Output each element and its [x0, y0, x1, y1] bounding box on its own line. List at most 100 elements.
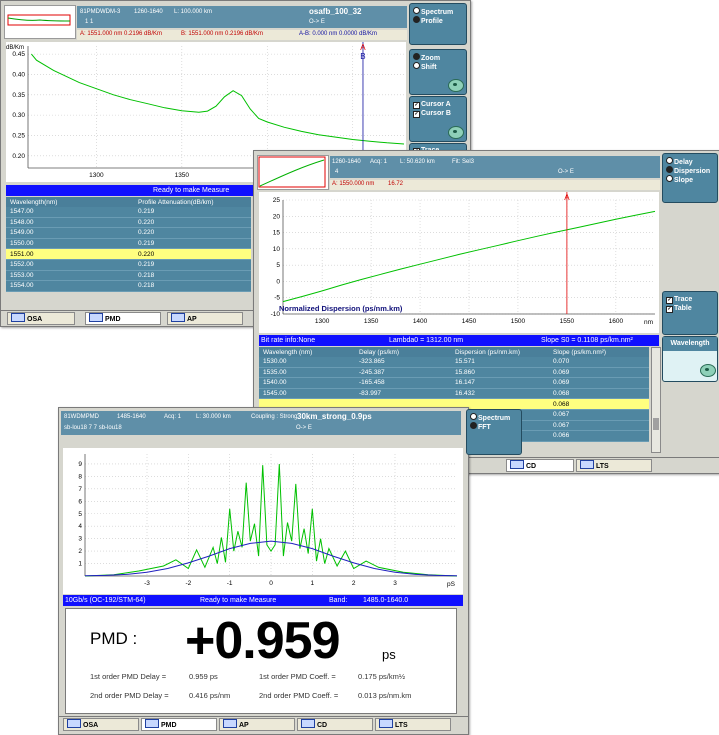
pmd-result-label: PMD : — [90, 629, 138, 648]
table-cell: 1554.00 — [6, 280, 134, 292]
tab-osa-label: OSA — [83, 722, 99, 729]
second-delay-value: 0.416 ps/nm — [189, 691, 231, 700]
first-coeff-value: 0.175 ps/km½ — [358, 672, 406, 681]
wavelength-knob-icon[interactable] — [700, 364, 716, 377]
tab-lts[interactable]: LTS — [375, 718, 451, 731]
table-row[interactable]: 1547.00 0.219 — [6, 207, 251, 218]
table-row[interactable]: 1548.00 0.220 — [6, 217, 251, 229]
y-tick-label: -5 — [274, 295, 280, 302]
ap-tab-icon — [223, 719, 237, 728]
pmd-plot[interactable]: -3 -2 -1 0 1 2 3 9 8 7 6 5 4 3 2 1 pS — [63, 448, 463, 594]
cd-col-dispersion: Dispersion (ps/nm.km) — [451, 347, 549, 357]
cd-scrollbar[interactable] — [651, 347, 661, 453]
cd-wavelength-button[interactable]: Wavelength — [662, 336, 718, 382]
wavelength-label: Wavelength — [670, 340, 710, 347]
y-tick-label: 0.40 — [12, 71, 25, 78]
tab-ap[interactable]: AP — [167, 312, 243, 325]
cd-view-button[interactable]: ✓ Trace ✓ Table — [662, 291, 718, 335]
table-row-selected[interactable]: 1551.00 0.220 — [6, 248, 251, 260]
table-cell: 0.069 — [549, 367, 649, 379]
osa-table: Wavelength(nm) Profile Attenuation(dB/km… — [6, 197, 251, 292]
table-row[interactable]: 1549.00 0.220 — [6, 227, 251, 239]
tab-osa[interactable]: OSA — [63, 718, 139, 731]
cd-bitrate: Bit rate info:None — [261, 337, 316, 344]
option-table-label: Table — [674, 305, 692, 312]
x-tick-label: 1450 — [462, 318, 477, 325]
y-unit-label: dB/Km — [6, 45, 24, 51]
tab-pmd-label: PMD — [105, 316, 121, 323]
tab-ap[interactable]: AP — [219, 718, 295, 731]
table-cell: 1530.00 — [259, 357, 355, 368]
option-shift[interactable]: Shift — [413, 62, 437, 72]
checkbox-checked-icon: ✓ — [666, 297, 673, 304]
tab-pmd-label: PMD — [161, 722, 177, 729]
tab-pmd[interactable]: PMD — [85, 312, 161, 325]
pmd-range: 1485-1640 — [117, 414, 146, 420]
cd-header: 1260-1640 Acq: 1 L: 50.620 km Fit: Sel3 … — [330, 156, 660, 178]
y-tick-label: 15 — [273, 230, 281, 237]
option-zoom-label: Zoom — [421, 55, 441, 62]
table-row[interactable]: 1553.00 0.218 — [6, 270, 251, 282]
cd-index: 4 — [335, 169, 339, 175]
tab-cd[interactable]: CD — [297, 718, 373, 731]
tab-osa[interactable]: OSA — [7, 312, 75, 325]
osa-display-button[interactable]: Spectrum Profile — [409, 3, 467, 45]
pmd-band-value: 1485.0-1640.0 — [363, 597, 409, 604]
cursor-knob-icon[interactable] — [448, 126, 464, 139]
cursor-a-marker: A — [360, 43, 366, 52]
option-cursor-b[interactable]: ✓ Cursor B — [413, 109, 451, 118]
radio-icon — [666, 157, 673, 164]
option-table[interactable]: ✓ Table — [666, 304, 692, 313]
table-cell: -245.387 — [355, 367, 451, 379]
checkbox-checked-icon: ✓ — [413, 111, 420, 118]
second-delay-label: 2nd order PMD Delay = — [90, 691, 169, 700]
y-tick-label: 0.20 — [12, 153, 25, 160]
option-fft[interactable]: FFT — [470, 422, 491, 432]
pmd-length: L: 30.000 km — [196, 414, 231, 420]
tab-pmd[interactable]: PMD — [141, 718, 217, 731]
table-row[interactable]: 1552.00 0.219 — [6, 259, 251, 271]
y-tick-label: 5 — [276, 262, 280, 269]
tab-lts[interactable]: LTS — [576, 459, 652, 472]
option-trace[interactable]: ✓Trace — [666, 295, 692, 304]
table-cell: 0.068 — [549, 398, 649, 410]
table-cell: 16.147 — [451, 377, 549, 389]
table-row[interactable]: 1540.00 -165.458 16.147 0.069 — [259, 377, 649, 389]
pmd-direction: O-> E — [296, 425, 312, 431]
pmd-result-unit: ps — [382, 647, 396, 662]
second-coeff-label: 2nd order PMD Coeff. = — [259, 691, 339, 700]
option-cursor-a[interactable]: ✓ Cursor A — [413, 100, 451, 109]
y-tick-label: 6 — [78, 498, 82, 505]
cd-thumbnail-trace — [258, 156, 326, 188]
pmd-display-button[interactable]: Spectrum FFT — [466, 409, 522, 455]
table-row[interactable]: 1530.00 -323.865 15.571 0.070 — [259, 357, 649, 368]
osa-cursor-button[interactable]: ✓ Cursor A ✓ Cursor B — [409, 96, 467, 142]
cd-thumbnail[interactable] — [257, 155, 329, 190]
cd-fit: Fit: Sel3 — [452, 159, 475, 165]
osa-zoom-button[interactable]: Zoom Shift — [409, 49, 467, 95]
option-slope[interactable]: Slope — [666, 175, 693, 185]
pmd-status: Ready to make Measure — [200, 597, 277, 604]
osa-col-attenuation: Profile Attenuation(dB/km) — [134, 197, 251, 207]
x-tick-label: 1 — [311, 580, 315, 587]
option-profile[interactable]: Profile — [413, 16, 443, 26]
osa-filename: osafb_100_32 — [309, 7, 362, 16]
x-tick-label: 1300 — [89, 172, 104, 179]
option-trace-label: Trace — [674, 296, 693, 303]
cd-plot[interactable]: 1300 1350 1400 1450 1500 1550 1600 25 20 15 10 5 0 -5… — [259, 192, 659, 333]
table-row[interactable]: 1550.00 0.219 — [6, 238, 251, 250]
tab-lts-label: LTS — [596, 463, 609, 470]
pmd-tab-bar: OSA PMD AP CD LTS — [59, 716, 468, 734]
table-cell: 15.571 — [451, 357, 549, 368]
table-row[interactable]: 1545.00 -83.997 16.432 0.068 — [259, 388, 649, 400]
table-cell: 0.068 — [549, 388, 649, 400]
cd-scrollbar-thumb[interactable] — [653, 418, 659, 430]
tab-ap-label: AP — [239, 722, 249, 729]
table-row[interactable]: 1535.00 -245.387 15.860 0.069 — [259, 367, 649, 379]
table-cell: 1552.00 — [6, 259, 134, 271]
table-row[interactable]: 1554.00 0.218 — [6, 280, 251, 292]
zoom-knob-icon[interactable] — [448, 79, 464, 92]
osa-thumbnail[interactable] — [4, 5, 76, 39]
tab-cd[interactable]: CD — [506, 459, 574, 472]
cd-display-button[interactable]: Delay Dispersion Slope — [662, 153, 718, 203]
